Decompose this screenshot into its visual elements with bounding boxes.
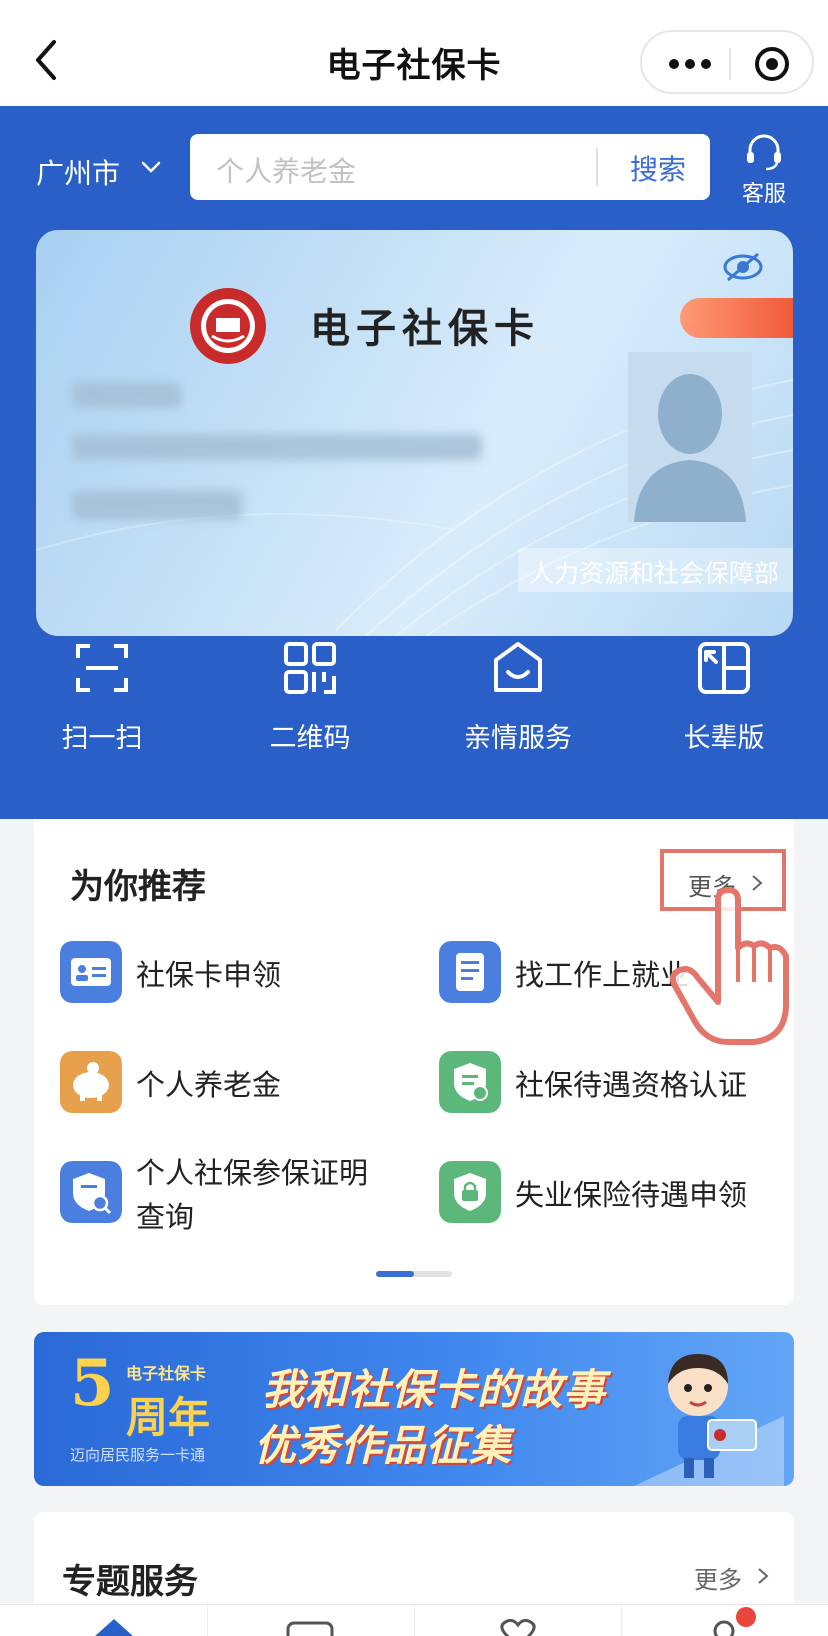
special-services-title: 专题服务 xyxy=(62,1562,198,1602)
headset-icon xyxy=(747,134,781,171)
id-card-icon xyxy=(60,941,122,1003)
document-icon xyxy=(439,941,501,1003)
promo-banner[interactable]: 5 电子社保卡 周年 迈向居民服务一卡通 我和社保卡的故事 优秀作品征集 xyxy=(34,1332,794,1486)
service-item-qualification[interactable]: 社保待遇资格认证 xyxy=(439,1051,779,1131)
banner-subheadline: 优秀作品征集 xyxy=(254,1421,513,1470)
city-selector[interactable]: 广州市 xyxy=(36,152,120,192)
card-issuer: 人力资源和社会保障部 xyxy=(518,548,793,592)
tab-divider xyxy=(621,1605,622,1636)
shield-search-icon xyxy=(60,1161,122,1223)
search-divider xyxy=(596,148,598,186)
service-item-pension[interactable]: 个人养老金 xyxy=(60,1051,400,1131)
close-target-icon[interactable] xyxy=(752,44,792,84)
social-security-emblem-icon xyxy=(190,288,266,364)
family-service-label: 亲情服务 xyxy=(464,723,572,754)
banner-headline: 我和社保卡的故事 xyxy=(262,1365,607,1414)
banner-brand: 电子社保卡 xyxy=(126,1364,207,1383)
card-title: 电子社保卡 xyxy=(310,305,540,352)
scan-action[interactable]: 扫一扫 xyxy=(22,640,182,770)
qrcode-action[interactable]: 二维码 xyxy=(230,640,390,770)
scan-icon xyxy=(76,644,128,692)
capsule-divider xyxy=(729,48,731,80)
piggy-bank-icon xyxy=(60,1051,122,1113)
chevron-down-icon[interactable] xyxy=(140,160,162,174)
eye-icon[interactable] xyxy=(722,250,764,284)
qrcode-label: 二维码 xyxy=(269,723,351,754)
qrcode-icon xyxy=(284,642,336,694)
family-service-icon xyxy=(494,642,542,692)
banner-slogan: 迈向居民服务一卡通 xyxy=(70,1446,206,1464)
tab-divider xyxy=(207,1605,208,1636)
service-item-unemployment[interactable]: 失业保险待遇申领 xyxy=(439,1161,779,1241)
customer-service-label: 客服 xyxy=(741,182,786,207)
service-label: 失业保险待遇申领 xyxy=(515,1178,748,1212)
service-label: 个人养老金 xyxy=(136,1068,282,1102)
elder-mode-label: 长辈版 xyxy=(683,723,765,754)
card-status-badge xyxy=(680,298,793,338)
home-tab-icon[interactable] xyxy=(84,1615,144,1636)
search-input[interactable]: 个人养老金 xyxy=(216,150,356,190)
card-tab-icon[interactable] xyxy=(280,1615,340,1636)
banner-anniversary: 周年 xyxy=(126,1393,211,1442)
shield-check-icon xyxy=(439,1051,501,1113)
issuer-label: 人力资源和社会保障部 xyxy=(528,559,779,588)
recommend-title: 为你推荐 xyxy=(70,867,206,907)
more-dots-icon[interactable] xyxy=(668,52,712,76)
service-label: 个人社保参保证明查询 xyxy=(136,1156,369,1234)
masked-card-number xyxy=(72,490,242,520)
tab-divider xyxy=(414,1605,415,1636)
profile-tab-icon[interactable] xyxy=(700,1605,760,1636)
bottom-tab-bar xyxy=(0,1604,828,1636)
masked-id-number xyxy=(72,434,482,460)
mascot-icon xyxy=(634,1354,784,1486)
avatar-placeholder-icon xyxy=(628,352,752,522)
pointing-hand-icon xyxy=(669,887,789,1045)
title-bar: 电子社保卡 xyxy=(0,0,828,106)
social-security-card[interactable]: 电子社保卡 人力资源和社会保障部 xyxy=(36,230,793,636)
masked-name xyxy=(72,382,182,408)
elder-mode-action[interactable]: 长辈版 xyxy=(644,640,804,770)
service-item-insurance-proof[interactable]: 个人社保参保证明查询 xyxy=(60,1156,400,1241)
search-bar[interactable]: 个人养老金 搜索 xyxy=(190,134,710,200)
banner-number: 5 xyxy=(70,1346,115,1421)
service-label: 社保待遇资格认证 xyxy=(515,1068,748,1102)
chevron-right-icon[interactable] xyxy=(756,1566,770,1586)
customer-service-button[interactable]: 客服 xyxy=(736,132,790,208)
shield-lock-icon xyxy=(439,1161,501,1223)
search-button[interactable]: 搜索 xyxy=(608,148,708,188)
service-item-card-apply[interactable]: 社保卡申领 xyxy=(60,941,400,1021)
service-label: 找工作上就业 xyxy=(515,958,690,992)
heart-tab-icon[interactable] xyxy=(488,1615,548,1636)
scan-label: 扫一扫 xyxy=(61,723,143,754)
page-indicator xyxy=(376,1271,452,1277)
special-services-more[interactable]: 更多 xyxy=(694,1560,742,1595)
family-service-action[interactable]: 亲情服务 xyxy=(438,640,598,770)
elder-mode-icon xyxy=(698,642,750,694)
hero-section: 广州市 个人养老金 搜索 客服 电子社保卡 人力资源和社会保障部 扫一扫 二维码… xyxy=(0,106,828,819)
service-label: 社保卡申领 xyxy=(136,958,282,992)
miniprogram-capsule xyxy=(640,30,814,94)
